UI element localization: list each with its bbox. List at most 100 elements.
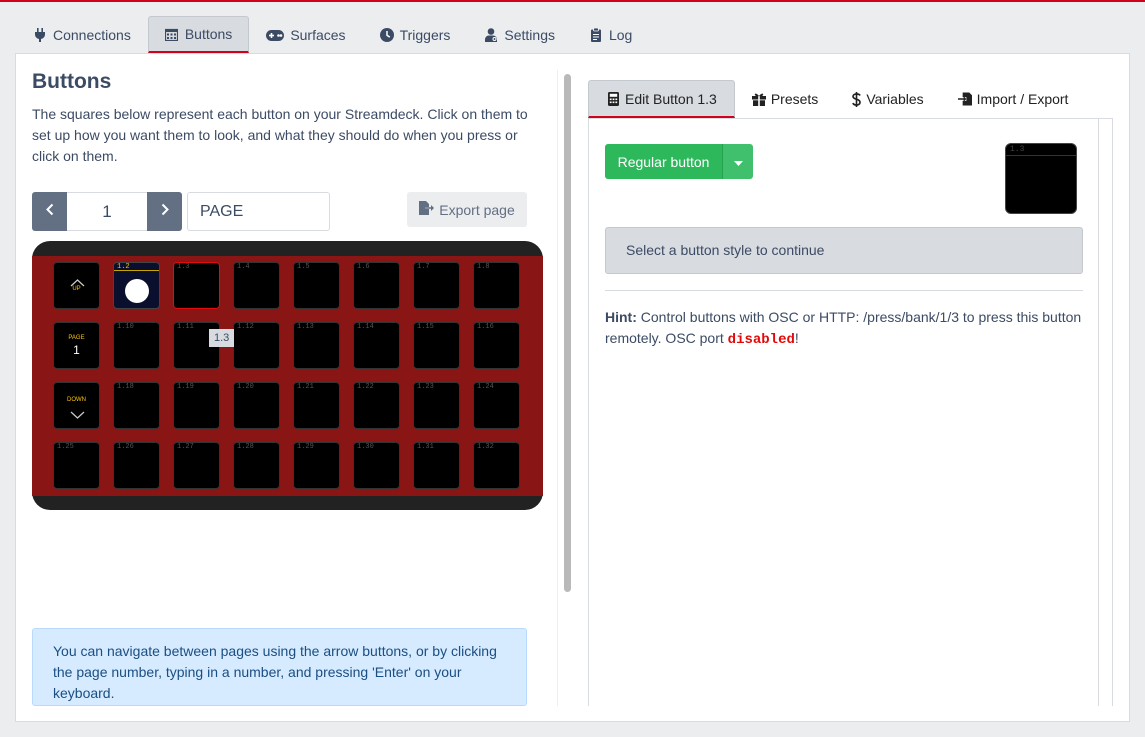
tab-connections[interactable]: Connections xyxy=(16,16,148,53)
button-1-29[interactable]: 1.29 xyxy=(293,442,340,489)
calendar-grid-icon xyxy=(165,27,179,41)
file-import-icon xyxy=(957,92,972,106)
tab-label: Log xyxy=(608,27,633,43)
page-number-input[interactable]: 1 xyxy=(67,192,147,231)
nav-up-button[interactable]: UP xyxy=(53,262,100,309)
tab-log[interactable]: Log xyxy=(572,16,649,53)
button-label: 1.24 xyxy=(477,383,494,391)
button-1-32[interactable]: 1.32 xyxy=(473,442,520,489)
button-label: 1.14 xyxy=(357,323,374,331)
button-1-19[interactable]: 1.19 xyxy=(173,382,220,429)
button-1-15[interactable]: 1.15 xyxy=(413,322,460,369)
button-label: 1.20 xyxy=(237,383,254,391)
button-label: 1.15 xyxy=(417,323,434,331)
button-1-5[interactable]: 1.5 xyxy=(293,262,340,309)
button-style-selector: Regular button xyxy=(605,144,753,179)
prev-page-button[interactable] xyxy=(32,192,67,231)
button-1-13[interactable]: 1.13 xyxy=(293,322,340,369)
button-label: 1.7 xyxy=(417,263,430,271)
button-1-4[interactable]: 1.4 xyxy=(233,262,280,309)
clock-icon xyxy=(379,28,394,42)
main-tabs: Connections Buttons Surfaces Triggers Se… xyxy=(16,16,649,54)
next-page-button[interactable] xyxy=(147,192,182,231)
tab-label: Buttons xyxy=(184,26,233,42)
button-preview: 1.3 xyxy=(1005,143,1077,214)
page-title: Buttons xyxy=(32,70,112,93)
hint-label: Hint: xyxy=(605,309,637,325)
button-label: 1.5 xyxy=(297,263,310,271)
button-1-31[interactable]: 1.31 xyxy=(413,442,460,489)
button-1-14[interactable]: 1.14 xyxy=(353,322,400,369)
osc-status: disabled xyxy=(727,332,795,348)
button-label: 1.32 xyxy=(477,443,494,451)
page-navigator: 1 xyxy=(32,192,182,231)
button-label: 1.29 xyxy=(297,443,314,451)
tab-label: Presets xyxy=(770,91,819,107)
button-1-26[interactable]: 1.26 xyxy=(113,442,160,489)
tab-variables[interactable]: Variables xyxy=(835,80,940,118)
button-1-21[interactable]: 1.21 xyxy=(293,382,340,429)
dollar-icon xyxy=(852,91,862,107)
preview-label: 1.3 xyxy=(1010,145,1025,154)
tab-presets[interactable]: Presets xyxy=(735,80,835,118)
button-1-10[interactable]: 1.10 xyxy=(113,322,160,369)
button-1-30[interactable]: 1.30 xyxy=(353,442,400,489)
tab-label: Triggers xyxy=(399,27,451,43)
tab-edit-button[interactable]: Edit Button 1.3 xyxy=(588,80,735,118)
page-name-input[interactable]: PAGE xyxy=(187,192,330,231)
button-label: 1.3 xyxy=(177,263,190,271)
button-1-23[interactable]: 1.23 xyxy=(413,382,460,429)
nav-down-button[interactable]: DOWN xyxy=(53,382,100,429)
hint-body: Control buttons with OSC or HTTP: /press… xyxy=(605,309,1082,346)
button-1-16[interactable]: 1.16 xyxy=(473,322,520,369)
tab-label: Settings xyxy=(504,27,555,43)
chevron-down-icon xyxy=(70,406,85,424)
buttons-section: Buttons The squares below represent each… xyxy=(32,54,544,706)
button-1-8[interactable]: 1.8 xyxy=(473,262,520,309)
export-page-button[interactable]: Export page xyxy=(407,192,527,227)
intro-text: The squares below represent each button … xyxy=(32,106,528,164)
editor-body: Regular button 1.3 Select a button style… xyxy=(588,118,1113,706)
chevron-right-icon xyxy=(161,203,169,221)
button-1-28[interactable]: 1.28 xyxy=(233,442,280,489)
tab-buttons[interactable]: Buttons xyxy=(147,16,250,53)
tab-settings[interactable]: Settings xyxy=(467,16,572,53)
button-label: 1.8 xyxy=(477,263,490,271)
button-1-27[interactable]: 1.27 xyxy=(173,442,220,489)
tab-label: Surfaces xyxy=(290,27,346,43)
button-label: 1.23 xyxy=(417,383,434,391)
button-1-12[interactable]: 1.12 xyxy=(233,322,280,369)
nav-page-button[interactable]: PAGE 1 xyxy=(53,322,100,369)
nav-page-label: PAGE xyxy=(68,335,85,341)
button-1-20[interactable]: 1.20 xyxy=(233,382,280,429)
regular-button-button[interactable]: Regular button xyxy=(605,144,722,179)
tab-triggers[interactable]: Triggers xyxy=(363,16,468,53)
circle-icon xyxy=(125,279,149,303)
button-label: 1.28 xyxy=(237,443,254,451)
clipboard-icon xyxy=(589,28,603,42)
button-1-25[interactable]: 1.25 xyxy=(53,442,100,489)
button-1-18[interactable]: 1.18 xyxy=(113,382,160,429)
button-1-2[interactable]: 1.2 xyxy=(113,262,160,309)
tab-surfaces[interactable]: Surfaces xyxy=(249,16,362,53)
button-grid: UP 1.2 1.3 1.4 1.5 1.6 1.7 1.8 PAGE 1 1.… xyxy=(32,256,543,496)
button-1-24[interactable]: 1.24 xyxy=(473,382,520,429)
chevron-left-icon xyxy=(45,203,54,221)
button-label: 1.13 xyxy=(297,323,314,331)
button-style-dropdown[interactable] xyxy=(722,144,753,179)
preview-header-bar xyxy=(1006,155,1076,156)
tab-import-export[interactable]: Import / Export xyxy=(941,80,1086,118)
select-style-message: Select a button style to continue xyxy=(605,227,1083,274)
hint-end: ! xyxy=(794,330,799,346)
export-label: Export page xyxy=(439,201,515,218)
button-1-22[interactable]: 1.22 xyxy=(353,382,400,429)
main-panel: Buttons The squares below represent each… xyxy=(15,53,1130,722)
left-scrollbar-thumb[interactable] xyxy=(564,74,571,592)
file-export-icon xyxy=(419,201,435,218)
button-label: 1.31 xyxy=(417,443,434,451)
button-1-6[interactable]: 1.6 xyxy=(353,262,400,309)
button-1-7[interactable]: 1.7 xyxy=(413,262,460,309)
calculator-icon xyxy=(606,91,620,106)
plug-icon xyxy=(33,28,47,42)
button-1-3-selected[interactable]: 1.3 xyxy=(173,262,220,309)
